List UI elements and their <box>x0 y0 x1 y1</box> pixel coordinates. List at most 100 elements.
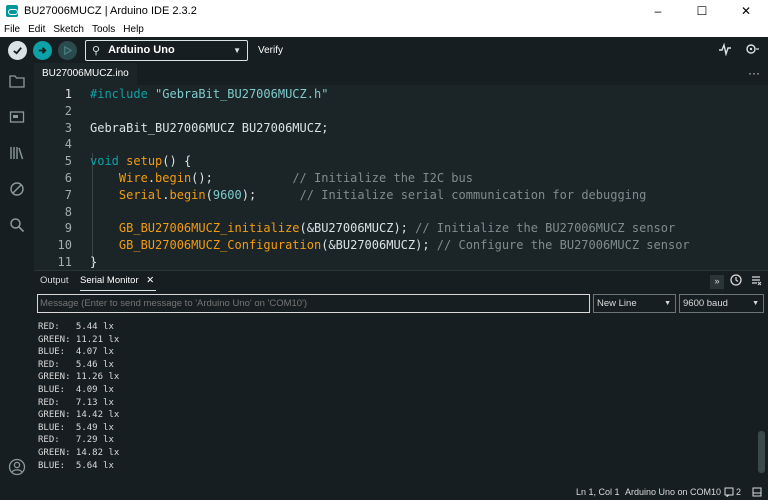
code-text: } <box>90 255 97 269</box>
serial-plotter-icon[interactable] <box>718 42 732 59</box>
line-number: 5 <box>64 154 72 169</box>
serial-output-line: BLUE: 4.07 lx <box>38 347 114 358</box>
menu-tools[interactable]: Tools <box>88 24 119 35</box>
code-token: (); <box>191 171 293 185</box>
code-line: 6 Wire.begin(); // Initialize the I2C bu… <box>34 171 768 188</box>
search-icon[interactable] <box>8 216 26 234</box>
code-line: 2 <box>34 104 768 121</box>
code-editor[interactable]: 1 #include "GebraBit_BU27006MUCZ.h" 2 3 Gebr… <box>34 85 768 270</box>
code-text: void setup() { <box>90 154 191 168</box>
baud-rate-select[interactable]: 9600 baud ▼ <box>679 294 764 313</box>
line-number: 9 <box>64 221 72 236</box>
tab-serial-monitor[interactable]: Serial Monitor ✕ <box>80 271 156 291</box>
boards-manager-icon[interactable] <box>8 108 26 126</box>
serial-output-line: BLUE: 5.49 lx <box>38 422 114 433</box>
upload-button[interactable] <box>33 40 52 60</box>
line-number: 3 <box>64 120 72 135</box>
code-token: () { <box>162 154 192 169</box>
arduino-logo-icon <box>6 5 18 17</box>
debug-button[interactable] <box>58 40 77 60</box>
code-text: Wire.begin(); // Initialize the I2C bus <box>90 171 473 185</box>
tab-output[interactable]: Output <box>40 271 69 291</box>
code-line: 4 <box>34 137 768 154</box>
library-manager-icon[interactable] <box>8 144 26 162</box>
toolbar-right-icons <box>706 42 760 59</box>
line-number: 11 <box>57 255 72 269</box>
serial-output-line: BLUE: 5.64 lx <box>38 460 114 471</box>
code-token: ( <box>205 187 213 202</box>
menu-sketch[interactable]: Sketch <box>49 24 88 35</box>
code-token: setup <box>126 154 163 169</box>
menu-edit[interactable]: Edit <box>24 24 49 35</box>
more-options-icon[interactable]: ··· <box>748 66 760 80</box>
code-token: #include <box>90 87 148 101</box>
window-title: BU27006MUCZ | Arduino IDE 2.3.2 <box>24 5 197 17</box>
menu-help[interactable]: Help <box>119 24 148 35</box>
minimize-button[interactable]: – <box>636 0 680 22</box>
line-number: 2 <box>64 103 72 118</box>
chevron-down-icon: ▼ <box>233 45 241 55</box>
serial-output-line: RED: 7.29 lx <box>38 435 114 446</box>
verify-tooltip-label: Verify <box>258 44 284 56</box>
close-tab-icon[interactable]: ✕ <box>146 275 154 286</box>
code-token: } <box>90 255 98 269</box>
timestamp-toggle-icon[interactable] <box>730 274 742 289</box>
serial-output-line: BLUE: 4.09 lx <box>38 384 114 395</box>
activity-bar <box>0 63 34 500</box>
line-number: 10 <box>57 238 72 253</box>
code-text: GebraBit_BU27006MUCZ BU27006MUCZ; <box>90 121 328 135</box>
code-token: begin <box>169 187 206 202</box>
toolbar: ⚲ Arduino Uno ▼ Verify <box>0 37 768 63</box>
code-token: (&BU27006MUCZ); <box>299 221 416 236</box>
menu-file[interactable]: File <box>0 24 24 35</box>
code-token: . <box>162 187 170 202</box>
verify-button[interactable] <box>8 40 27 60</box>
account-icon[interactable] <box>8 458 26 476</box>
serial-output: RED: 5.44 lx GREEN: 11.21 lx BLUE: 4.07 lx… <box>38 321 738 472</box>
maximize-button[interactable]: ☐ <box>680 0 724 22</box>
code-token: ); <box>241 187 300 202</box>
tab-sketch-file[interactable]: BU27006MUCZ.ino <box>34 63 137 85</box>
serial-monitor-icon[interactable] <box>744 42 760 59</box>
clear-output-icon[interactable] <box>750 274 762 289</box>
code-token: // Initialize the BU27006MUCZ sensor <box>415 221 676 236</box>
line-ending-value: New Line <box>597 298 637 309</box>
menu-bar: File Edit Sketch Tools Help <box>0 22 768 37</box>
status-bar: Ln 1, Col 1 Arduino Uno on COM10 2 <box>0 485 768 500</box>
serial-output-line: RED: 5.46 lx <box>38 359 114 370</box>
title-bar: BU27006MUCZ | Arduino IDE 2.3.2 – ☐ ✕ <box>0 0 768 22</box>
notifications-icon[interactable] <box>724 487 734 499</box>
output-scrollbar[interactable] <box>758 431 765 473</box>
line-number: 6 <box>64 171 72 185</box>
board-selector[interactable]: ⚲ Arduino Uno ▼ <box>85 39 248 61</box>
serial-message-input[interactable] <box>37 294 590 313</box>
sketchbook-folder-icon[interactable] <box>8 72 26 90</box>
cursor-position: Ln 1, Col 1 <box>576 487 620 497</box>
code-text: GB_BU27006MUCZ_initialize(&BU27006MUCZ);… <box>90 221 675 235</box>
line-ending-select[interactable]: New Line ▼ <box>593 294 676 313</box>
line-number: 8 <box>64 204 72 219</box>
autoscroll-toggle-icon[interactable]: » <box>710 275 724 289</box>
output-panel-icon[interactable] <box>752 487 762 499</box>
debug-panel-icon[interactable] <box>8 180 26 198</box>
serial-output-line: GREEN: 14.42 lx <box>38 410 120 421</box>
editor-tab-bar: BU27006MUCZ.ino ··· <box>34 63 768 85</box>
chevron-down-icon: ▼ <box>664 300 671 307</box>
close-window-button[interactable]: ✕ <box>724 0 768 22</box>
debug-icon <box>64 45 73 55</box>
code-line: 3 GebraBit_BU27006MUCZ BU27006MUCZ; <box>34 121 768 138</box>
code-line: 11} <box>34 255 768 270</box>
code-token: Serial <box>118 187 163 202</box>
usb-icon: ⚲ <box>92 44 101 57</box>
board-port-status[interactable]: Arduino Uno on COM10 <box>625 487 721 497</box>
code-text: GB_BU27006MUCZ_Configuration(&BU27006MUC… <box>90 238 690 252</box>
code-token: . <box>147 171 156 185</box>
code-token: "GebraBit_BU27006MUCZ.h" <box>155 87 329 101</box>
code-token: // Initialize the I2C bus <box>292 171 473 185</box>
code-text: #include "GebraBit_BU27006MUCZ.h" <box>90 87 328 101</box>
code-line: 8 <box>34 205 768 222</box>
code-text: Serial.begin(9600); // Initialize serial… <box>90 188 646 202</box>
code-token: // Initialize serial communication for d… <box>299 187 647 202</box>
